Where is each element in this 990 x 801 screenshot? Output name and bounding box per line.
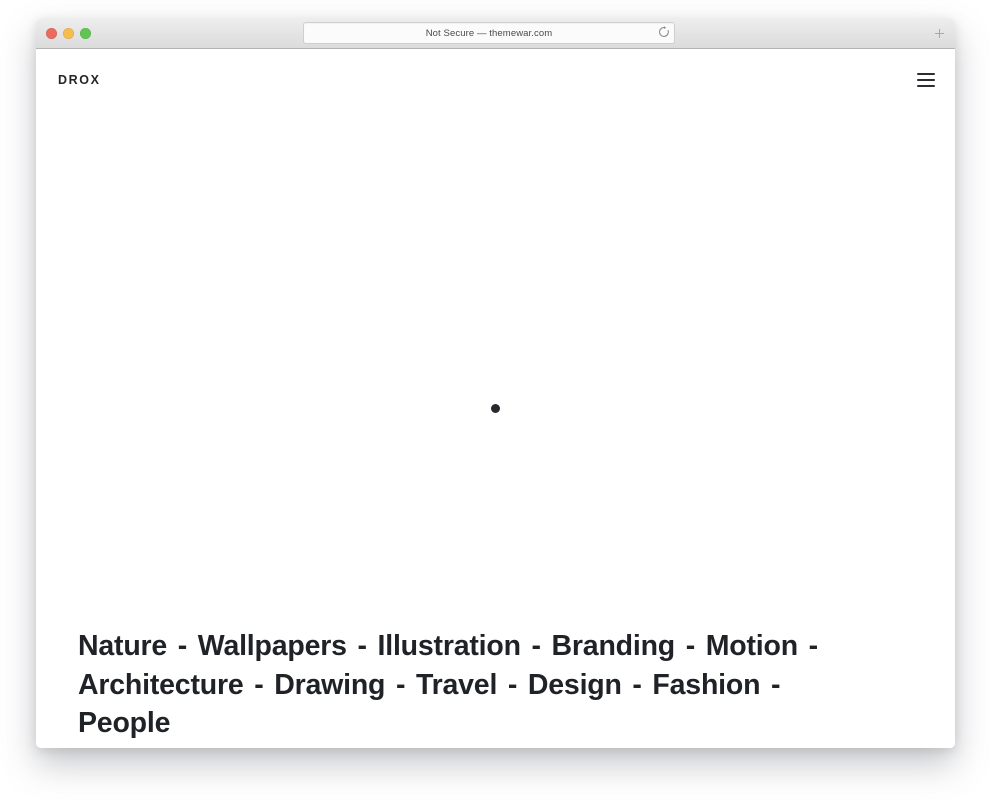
- window-controls: [46, 28, 91, 39]
- hamburger-line-top: [917, 73, 935, 75]
- hamburger-line-middle: [917, 79, 935, 81]
- hamburger-icon[interactable]: [917, 73, 935, 87]
- browser-window: Not Secure — themewar.com DROX Nature - …: [36, 18, 955, 748]
- maximize-window-button[interactable]: [80, 28, 91, 39]
- new-tab-button[interactable]: [929, 23, 949, 43]
- hamburger-line-bottom: [917, 85, 935, 87]
- address-bar-text: Not Secure — themewar.com: [425, 27, 553, 39]
- reload-icon[interactable]: [656, 24, 672, 40]
- address-bar[interactable]: Not Secure — themewar.com: [303, 22, 675, 44]
- browser-toolbar: Not Secure — themewar.com: [36, 18, 955, 49]
- minimize-window-button[interactable]: [63, 28, 74, 39]
- site-header: DROX: [36, 49, 955, 111]
- loading-dot-indicator: [491, 404, 500, 413]
- close-window-button[interactable]: [46, 28, 57, 39]
- category-headline: Nature - Wallpapers - Illustration - Bra…: [78, 630, 818, 739]
- site-logo[interactable]: DROX: [58, 73, 101, 87]
- page-content: DROX Nature - Wallpapers - Illustration …: [36, 49, 955, 748]
